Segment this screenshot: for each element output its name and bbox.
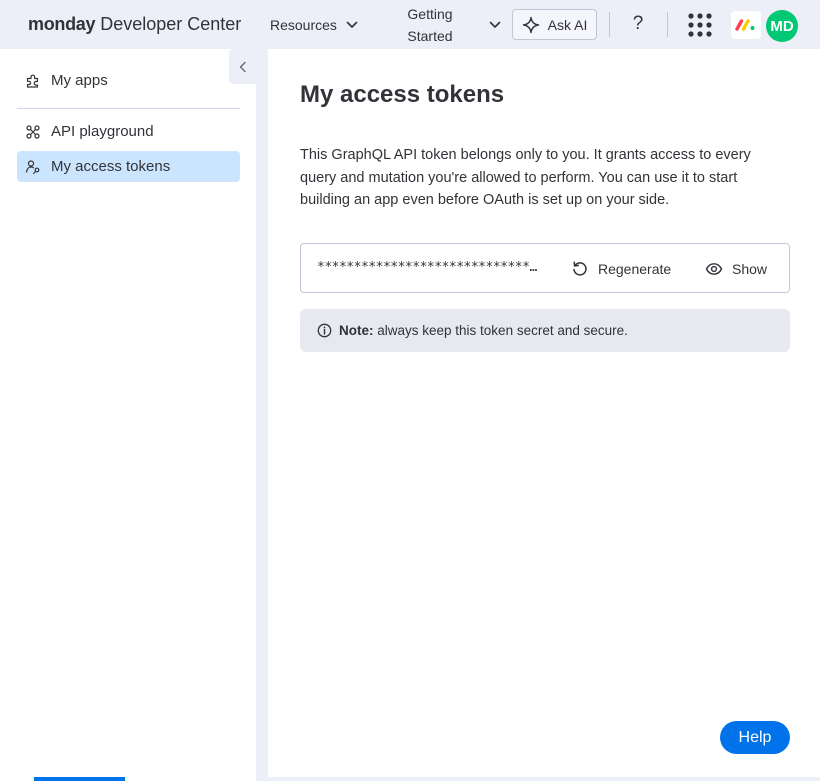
regenerate-label: Regenerate (598, 261, 672, 277)
monday-logo-icon (735, 19, 755, 31)
note-label: Note: (339, 323, 374, 338)
sidebar-scroll-indicator (34, 777, 125, 781)
grid-dots-icon (688, 13, 712, 37)
page-title: My access tokens (300, 81, 505, 108)
nav-resources-label: Resources (270, 17, 337, 33)
avatar-initials: MD (770, 17, 794, 35)
ask-ai-label: Ask AI (547, 16, 588, 33)
token-user-icon (25, 159, 40, 174)
token-field: ****************************************… (300, 243, 790, 293)
nav-getting-started-menu[interactable]: Getting Started (392, 3, 504, 47)
playground-icon (26, 124, 40, 139)
refresh-icon (573, 261, 587, 276)
sidebar-item-label: API playground (51, 123, 154, 140)
question-mark-icon: ? (632, 13, 644, 34)
sidebar-divider (17, 108, 240, 109)
note-message: always keep this token secret and secure… (373, 323, 628, 338)
brand-logo-text[interactable]: monday Developer Center (28, 14, 241, 35)
header-divider (609, 12, 610, 37)
brand-name: monday (28, 14, 96, 34)
sidebar-item-label: My access tokens (51, 158, 171, 175)
ask-ai-button[interactable]: Ask AI (512, 9, 597, 40)
token-value[interactable]: ****************************************… (317, 260, 543, 275)
chevron-down-icon (489, 21, 501, 28)
sidebar-item-my-apps[interactable]: My apps (17, 65, 240, 96)
nav-getting-started-label: Getting Started (407, 6, 453, 44)
puzzle-icon (26, 74, 39, 88)
sparkle-icon (522, 16, 539, 33)
page-description: This GraphQL API token belongs only to y… (300, 147, 751, 208)
help-button[interactable]: Help (720, 721, 790, 754)
eye-icon (705, 263, 723, 275)
apps-grid-button[interactable] (686, 11, 714, 39)
chevron-down-icon (346, 21, 358, 28)
avatar[interactable]: MD (766, 10, 798, 42)
show-token-button[interactable]: Show (697, 252, 775, 286)
brand-product: Developer Center (95, 14, 242, 34)
monday-logo[interactable] (731, 11, 761, 39)
sidebar-item-api-playground[interactable]: API playground (17, 116, 240, 147)
sidebar-item-label: My apps (51, 72, 108, 89)
note-banner: Note: always keep this token secret and … (300, 309, 790, 352)
help-button-label: Help (738, 728, 772, 746)
header-divider (667, 12, 668, 37)
nav-resources-menu[interactable]: Resources (262, 12, 367, 38)
show-label: Show (732, 261, 768, 277)
sidebar-item-my-access-tokens[interactable]: My access tokens (17, 151, 240, 182)
help-question-button[interactable]: ? (624, 10, 652, 38)
note-text: Note: always keep this token secret and … (339, 323, 628, 338)
info-icon (317, 323, 332, 338)
regenerate-button[interactable]: Regenerate (563, 252, 679, 286)
